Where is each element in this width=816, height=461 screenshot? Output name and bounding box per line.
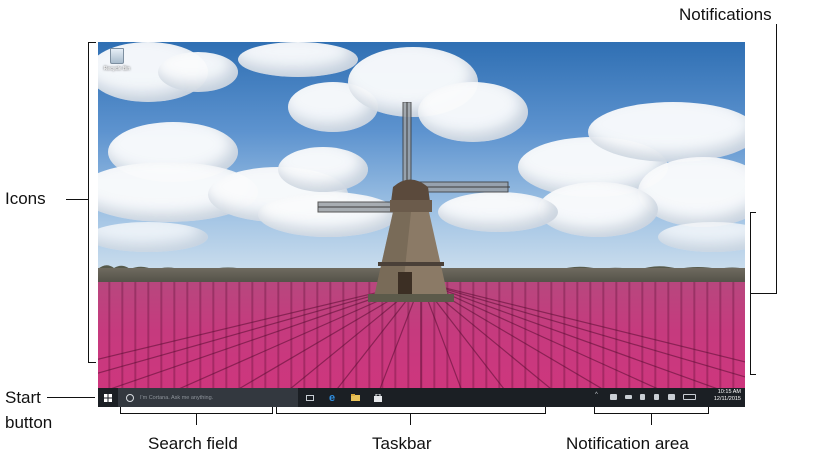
taskbar: I'm Cortana. Ask me anything. e ^ 10:15 … [98,388,745,407]
callout-line [47,397,95,398]
callout-taskbar: Taskbar [372,434,432,453]
file-explorer-icon [350,394,360,401]
cloud [158,52,238,92]
callout-line [410,413,411,425]
callout-icons: Icons [5,189,46,208]
search-placeholder: I'm Cortana. Ask me anything. [140,394,214,401]
recycle-bin-label: Recycle Bin [103,66,131,72]
clock[interactable]: 10:15 AM 12/11/2015 [714,389,741,403]
callout-line [88,362,96,363]
task-view-button[interactable] [303,388,317,407]
action-center-icon[interactable] [668,394,675,400]
network-icon[interactable] [610,394,617,400]
callout-start-line2: button [5,413,53,432]
callout-line [196,413,197,425]
callout-line [276,413,546,414]
callout-search-field: Search field [148,434,238,453]
windmill [317,102,510,302]
volume-icon[interactable] [654,394,659,400]
clock-date: 12/11/2015 [713,396,741,402]
callout-notifications: Notifications [679,5,772,24]
keyboard-icon[interactable] [683,394,696,400]
callout-line [750,212,756,213]
start-button[interactable] [98,388,118,407]
callout-line [66,199,88,200]
cloud [588,102,745,162]
clock-time: 10:15 AM [717,389,741,395]
callout-line [88,42,89,362]
cloud [238,42,358,77]
file-explorer-button[interactable] [347,388,363,407]
edge-icon: e [328,391,336,404]
callout-line [750,374,756,375]
cortana-icon [126,393,134,402]
recycle-bin-icon[interactable]: Recycle Bin [100,48,134,72]
callout-notification-area: Notification area [566,434,689,453]
battery-icon[interactable] [625,395,632,399]
callout-line [776,24,777,294]
chevron-up-icon[interactable]: ^ [595,392,602,398]
search-input[interactable]: I'm Cortana. Ask me anything. [118,388,298,407]
callout-start-line1: Start [5,388,41,407]
callout-line [651,413,652,425]
callout-line [88,42,96,43]
recycle-bin-glyph [110,48,124,64]
desktop-screenshot: Recycle Bin I'm Cortana. Ask me anything… [98,42,745,407]
edge-button[interactable]: e [324,388,340,407]
callout-line [750,293,777,294]
task-view-icon [306,394,314,401]
wifi-icon[interactable] [640,394,645,400]
windows-logo-icon [104,393,112,402]
store-button[interactable] [370,388,386,407]
store-icon [374,393,382,402]
